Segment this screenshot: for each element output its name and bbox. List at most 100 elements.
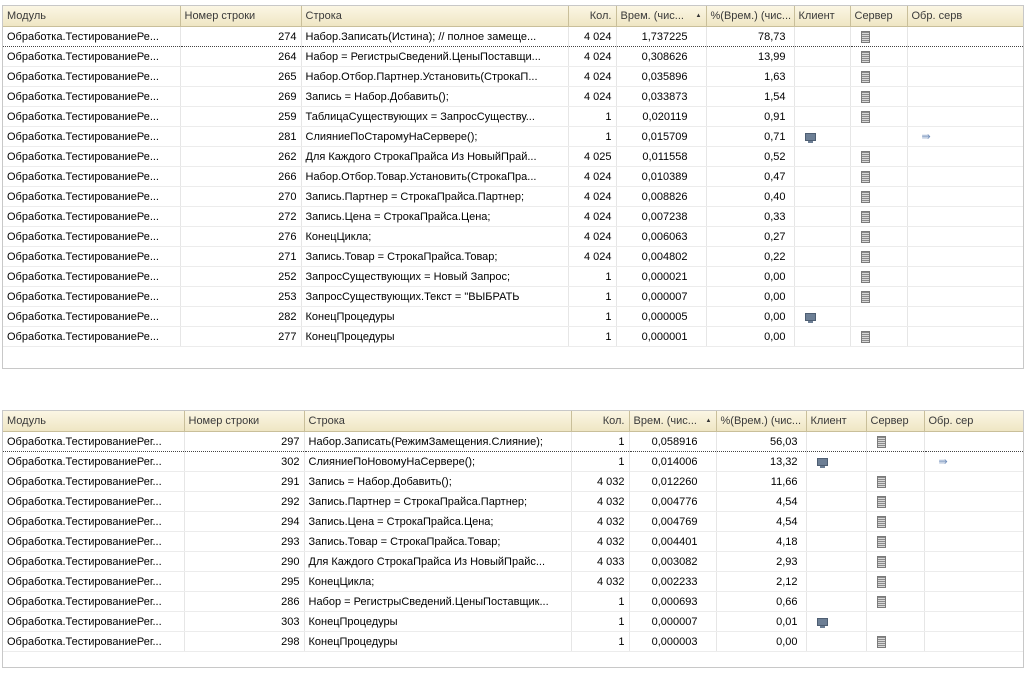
cell-client — [794, 266, 851, 287]
table-row[interactable]: Обработка.ТестированиеРе... 262 Для Каждог… — [3, 146, 1023, 167]
server-icon — [860, 190, 870, 203]
cell-pct: 4,18 — [716, 531, 807, 552]
profiler-grid-old[interactable]: Модуль Номер строки Строка Кол. Врем. (чис..… — [2, 5, 1024, 369]
table-row[interactable]: Обработка.ТестированиеРег... 286 Набор = Р… — [3, 591, 1023, 612]
table-row[interactable]: Обработка.ТестированиеРе... 282 КонецПроце… — [3, 306, 1023, 327]
table-row[interactable]: Обработка.ТестированиеРе... 277 КонецПроце… — [3, 326, 1023, 347]
cell-srvcall — [907, 206, 1023, 227]
column-header-module[interactable]: Модуль — [3, 411, 185, 432]
table-row[interactable]: Обработка.ТестированиеРег... 294 Запись.Це… — [3, 511, 1023, 532]
cell-client — [794, 186, 851, 207]
cell-server — [866, 471, 925, 492]
table-row[interactable]: Обработка.ТестированиеРег... 291 Запись = … — [3, 471, 1023, 492]
table-row[interactable]: Обработка.ТестированиеРег... 292 Запись.Па… — [3, 491, 1023, 512]
cell-server — [850, 46, 908, 67]
column-header-module[interactable]: Модуль — [3, 6, 181, 27]
table-row[interactable]: Обработка.ТестированиеРег... 302 СлияниеПо… — [3, 451, 1023, 472]
table-row[interactable]: Обработка.ТестированиеРег... 295 КонецЦикл… — [3, 571, 1023, 592]
table-row[interactable]: Обработка.ТестированиеРе... 252 ЗапросСуще… — [3, 266, 1023, 287]
cell-server — [850, 206, 908, 227]
profiler-grid-new[interactable]: Модуль Номер строки Строка Кол. Врем. (чис..… — [2, 410, 1024, 668]
server-icon — [876, 635, 886, 648]
cell-code: СлияниеПоНовомуНаСервере(); — [304, 451, 572, 472]
cell-count: 4 032 — [571, 571, 630, 592]
table-row[interactable]: Обработка.ТестированиеРег... 293 Запись.То… — [3, 531, 1023, 552]
cell-line: 290 — [184, 551, 305, 572]
table-row[interactable]: Обработка.ТестированиеРе... 276 КонецЦикла… — [3, 226, 1023, 247]
cell-client — [806, 471, 867, 492]
cell-srvcall — [907, 326, 1023, 347]
server-icon — [876, 475, 886, 488]
cell-time: 1,737225 — [616, 26, 707, 47]
cell-time: 0,000007 — [616, 286, 707, 307]
cell-srvcall — [924, 491, 1023, 512]
column-header-server[interactable]: Сервер — [866, 411, 925, 432]
table-row[interactable]: Обработка.ТестированиеРег... 303 КонецПроц… — [3, 611, 1023, 632]
cell-count: 4 024 — [568, 186, 617, 207]
column-header-time[interactable]: Врем. (чис... — [616, 6, 707, 27]
profiler-table-old: Модуль Номер строки Строка Кол. Врем. (чис..… — [3, 6, 1023, 347]
client-monitor-icon — [804, 312, 816, 323]
cell-module: Обработка.ТестированиеРе... — [3, 326, 181, 347]
cell-client — [794, 66, 851, 87]
cell-time: 0,004401 — [629, 531, 717, 552]
cell-count: 1 — [568, 266, 617, 287]
cell-client — [794, 286, 851, 307]
cell-module: Обработка.ТестированиеРе... — [3, 206, 181, 227]
cell-count: 4 024 — [568, 86, 617, 107]
table-row[interactable]: Обработка.ТестированиеРе... 272 Запись.Цен… — [3, 206, 1023, 227]
table-row[interactable]: Обработка.ТестированиеРег... 298 КонецПроц… — [3, 631, 1023, 652]
cell-time: 0,003082 — [629, 551, 717, 572]
cell-pct: 0,33 — [706, 206, 795, 227]
table-row[interactable]: Обработка.ТестированиеРе... 271 Запись.Тов… — [3, 246, 1023, 267]
table-row[interactable]: Обработка.ТестированиеРе... 270 Запись.Пар… — [3, 186, 1023, 207]
column-header-server[interactable]: Сервер — [850, 6, 908, 27]
cell-module: Обработка.ТестированиеРе... — [3, 166, 181, 187]
table-row[interactable]: Обработка.ТестированиеРе... 253 ЗапросСуще… — [3, 286, 1023, 307]
table-row[interactable]: Обработка.ТестированиеРе... 269 Запись = Н… — [3, 86, 1023, 107]
column-header-srvcall[interactable]: Обр. серв — [907, 6, 1023, 27]
cell-module: Обработка.ТестированиеРе... — [3, 26, 181, 47]
cell-module: Обработка.ТестированиеРег... — [3, 431, 185, 452]
column-header-count[interactable]: Кол. — [568, 6, 617, 27]
cell-module: Обработка.ТестированиеРе... — [3, 46, 181, 67]
table-row[interactable]: Обработка.ТестированиеРег... 290 Для Каждо… — [3, 551, 1023, 572]
column-header-srvcall[interactable]: Обр. сер — [924, 411, 1023, 432]
table-row[interactable]: Обработка.ТестированиеРе... 274 Набор.Запи… — [3, 26, 1023, 47]
cell-time: 0,000021 — [616, 266, 707, 287]
table-row[interactable]: Обработка.ТестированиеРе... 259 ТаблицаСущ… — [3, 106, 1023, 127]
cell-client — [794, 86, 851, 107]
cell-server — [850, 106, 908, 127]
cell-pct: 78,73 — [706, 26, 795, 47]
table-row[interactable]: Обработка.ТестированиеРе... 264 Набор = Ре… — [3, 46, 1023, 67]
table-row[interactable]: Обработка.ТестированиеРе... 281 СлияниеПоС… — [3, 126, 1023, 147]
column-header-pct[interactable]: %(Врем.) (чис... — [706, 6, 795, 27]
cell-code: КонецЦикла; — [304, 571, 572, 592]
cell-count: 4 033 — [571, 551, 630, 572]
column-header-pct[interactable]: %(Врем.) (чис... — [716, 411, 807, 432]
column-header-code[interactable]: Строка — [304, 411, 572, 432]
cell-pct: 4,54 — [716, 511, 807, 532]
column-header-count[interactable]: Кол. — [571, 411, 630, 432]
column-header-line[interactable]: Номер строки — [184, 411, 305, 432]
cell-srvcall — [907, 306, 1023, 327]
column-header-client[interactable]: Клиент — [794, 6, 851, 27]
server-icon — [860, 170, 870, 183]
cell-line: 292 — [184, 491, 305, 512]
cell-line: 303 — [184, 611, 305, 632]
cell-code: Запись.Товар = СтрокаПрайса.Товар; — [304, 531, 572, 552]
server-icon — [876, 515, 886, 528]
cell-module: Обработка.ТестированиеРе... — [3, 66, 181, 87]
cell-srvcall — [924, 471, 1023, 492]
table-row[interactable]: Обработка.ТестированиеРе... 266 Набор.Отбо… — [3, 166, 1023, 187]
table-row[interactable]: Обработка.ТестированиеРе... 265 Набор.Отбо… — [3, 66, 1023, 87]
column-header-time[interactable]: Врем. (чис... — [629, 411, 717, 432]
cell-pct: 0,00 — [706, 326, 795, 347]
column-header-code[interactable]: Строка — [301, 6, 569, 27]
column-header-client[interactable]: Клиент — [806, 411, 867, 432]
cell-code: Набор = РегистрыСведений.ЦеныПоставщи... — [301, 46, 569, 67]
server-icon — [876, 575, 886, 588]
column-header-line[interactable]: Номер строки — [180, 6, 302, 27]
table-row[interactable]: Обработка.ТестированиеРег... 297 Набор.Зап… — [3, 431, 1023, 452]
cell-line: 270 — [180, 186, 302, 207]
